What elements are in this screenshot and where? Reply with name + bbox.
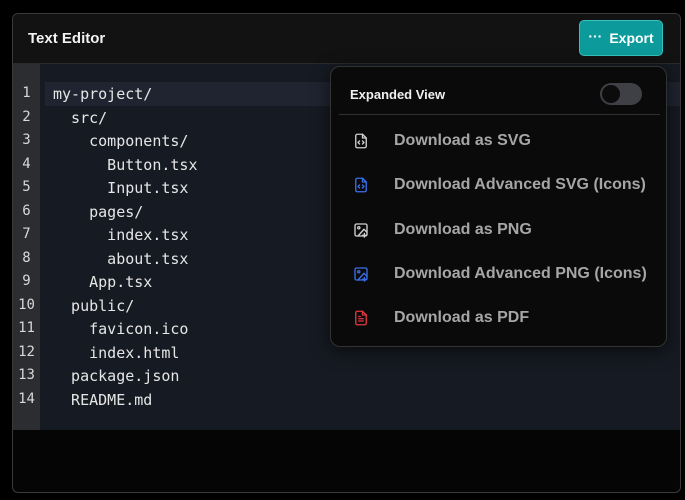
editor-header: Text Editor ··· Export [13,14,680,64]
editor-title: Text Editor [28,30,106,47]
export-button[interactable]: ··· Export [579,20,663,56]
file-text-icon [355,310,367,326]
line-number: 3 [22,132,31,148]
line-number: 11 [18,320,35,336]
export-dropdown: Expanded View Download as SVG Download A… [330,66,667,347]
code-text: index.html [53,343,180,362]
download-png-item[interactable]: Download as PNG [339,210,660,250]
code-line[interactable]: 14 README.md [13,388,680,412]
download-advanced-png-item[interactable]: Download Advanced PNG (Icons) [339,254,660,294]
code-text: index.tsx [53,226,189,244]
code-text: README.md [53,390,153,409]
more-icon: ··· [588,27,603,44]
download-svg-item[interactable]: Download as SVG [339,121,660,161]
line-number: 13 [18,367,35,383]
image-icon [354,223,368,238]
file-code-icon [355,177,367,193]
line-number: 4 [22,155,31,172]
download-pdf-item[interactable]: Download as PDF [339,298,660,338]
line-number: 6 [22,202,31,219]
line-number: 14 [18,390,35,407]
download-pdf-label: Download as PDF [394,309,530,326]
code-text: package.json [53,367,180,385]
code-text: favicon.ico [53,320,189,338]
line-number: 2 [22,108,31,125]
download-svg-label: Download as SVG [394,132,531,149]
code-text: Input.tsx [53,179,189,197]
code-text: src/ [53,108,108,127]
file-code-icon [355,133,367,149]
line-number: 10 [18,296,35,313]
line-number: 1 [22,85,31,101]
code-text: about.tsx [53,249,189,268]
download-advanced-png-label: Download Advanced PNG (Icons) [394,265,647,282]
expanded-view-row: Expanded View [339,67,660,115]
image-icon [354,267,368,282]
code-text: my-project/ [53,85,153,103]
line-number: 12 [18,343,35,360]
code-text: components/ [53,132,189,150]
line-number: 8 [22,249,31,266]
expanded-view-toggle[interactable] [600,83,642,105]
code-text: pages/ [53,202,144,221]
code-line[interactable]: 13 package.json [13,364,680,388]
download-advanced-svg-label: Download Advanced SVG (Icons) [394,176,646,193]
toggle-knob [602,85,620,103]
code-text: public/ [53,296,135,315]
code-text: App.tsx [53,273,153,291]
export-button-label: Export [609,30,654,46]
download-png-label: Download as PNG [394,221,532,238]
download-advanced-svg-item[interactable]: Download Advanced SVG (Icons) [339,165,660,205]
line-number: 9 [22,273,31,289]
line-number: 7 [22,226,31,242]
expanded-view-label: Expanded View [350,87,446,102]
code-text: Button.tsx [53,155,198,174]
line-number: 5 [22,179,31,195]
